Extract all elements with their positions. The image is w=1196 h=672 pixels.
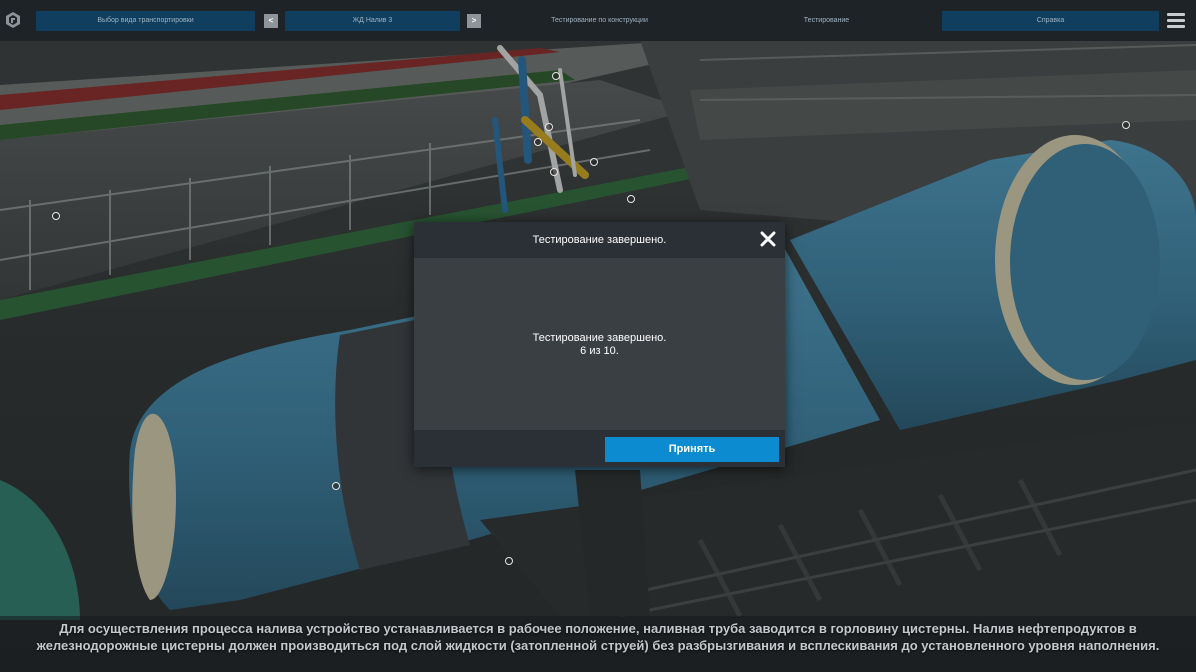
scene-hotspot[interactable] [550, 168, 558, 176]
scene-hotspot[interactable] [52, 212, 60, 220]
scene-hotspot[interactable] [545, 123, 553, 131]
transport-select-button[interactable]: Выбор вида транспортировки [36, 11, 255, 31]
testing-button[interactable]: Тестирование [714, 11, 939, 31]
scene-hotspot[interactable] [332, 482, 340, 490]
caption-text: Для осуществления процесса налива устрой… [36, 621, 1160, 653]
construction-test-button[interactable]: Тестирование по конструкции [487, 11, 712, 31]
test-complete-dialog: Тестирование завершено. Тестирование зав… [414, 222, 785, 467]
hamburger-menu-icon[interactable] [1167, 13, 1185, 29]
dialog-score: 6 из 10. [580, 345, 619, 357]
top-toolbar: Выбор вида транспортировки < ЖД Налив 3 … [0, 0, 1196, 41]
scene-hotspot[interactable] [627, 195, 635, 203]
dialog-header: Тестирование завершено. [414, 222, 785, 258]
scene-hotspot[interactable] [552, 72, 560, 80]
scene-hotspot[interactable] [590, 158, 598, 166]
dialog-message-text: Тестирование завершено. [532, 332, 667, 344]
dialog-title: Тестирование завершено. [532, 234, 667, 246]
prev-scenario-button[interactable]: < [264, 14, 278, 28]
dialog-footer: Принять [414, 430, 785, 467]
scene-hotspot[interactable] [1122, 121, 1130, 129]
app-logo-icon [6, 12, 20, 28]
accept-button[interactable]: Принять [605, 437, 779, 462]
scenario-title: ЖД Налив 3 [285, 11, 460, 31]
close-icon[interactable] [759, 230, 777, 248]
scene-hotspot[interactable] [505, 557, 513, 565]
dialog-message: Тестирование завершено. 6 из 10. [414, 332, 785, 358]
help-button[interactable]: Справка [942, 11, 1159, 31]
simulator-window: Выбор вида транспортировки < ЖД Налив 3 … [0, 0, 1196, 672]
description-caption: Для осуществления процесса налива устрой… [0, 616, 1196, 672]
next-scenario-button[interactable]: > [467, 14, 481, 28]
scene-hotspot[interactable] [534, 138, 542, 146]
